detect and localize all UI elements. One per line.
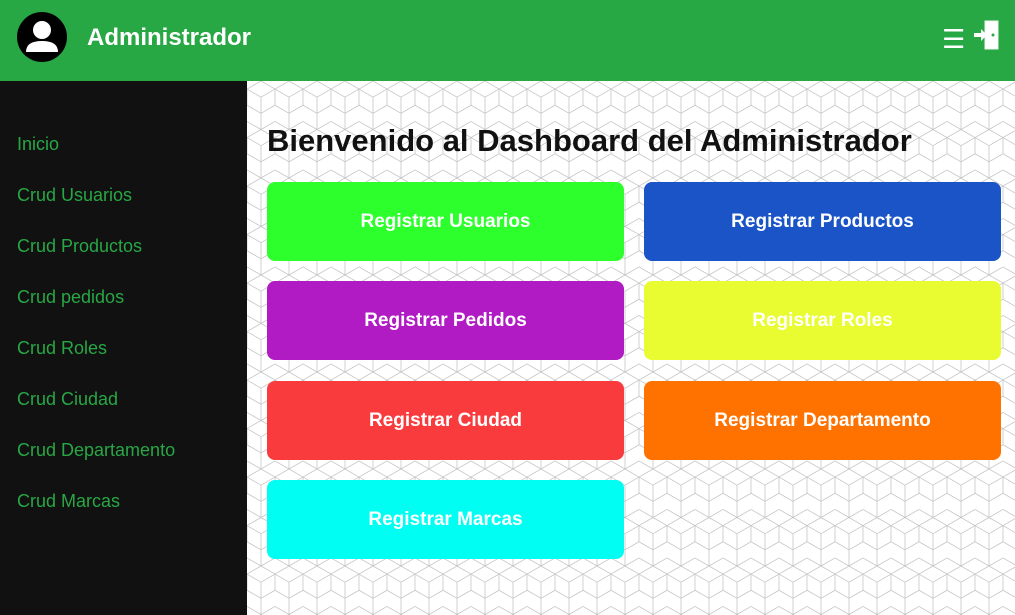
registrar-roles-button[interactable]: Registrar Roles	[644, 281, 1001, 360]
sidebar-item-crud-roles[interactable]: Crud Roles	[17, 337, 175, 388]
registrar-ciudad-button[interactable]: Registrar Ciudad	[267, 381, 624, 460]
hamburger-menu-icon[interactable]: ☰	[942, 26, 965, 52]
user-avatar-icon	[17, 12, 67, 62]
logout-door-icon[interactable]	[972, 20, 1000, 55]
sidebar-item-crud-pedidos[interactable]: Crud pedidos	[17, 286, 175, 337]
app-title: Administrador	[87, 24, 252, 51]
sidebar-menu: Inicio Crud Usuarios Crud Productos Crud…	[17, 133, 175, 541]
registrar-marcas-button[interactable]: Registrar Marcas	[267, 480, 624, 559]
registrar-usuarios-button[interactable]: Registrar Usuarios	[267, 182, 624, 261]
registrar-departamento-button[interactable]: Registrar Departamento	[644, 381, 1001, 460]
top-header: Administrador ☰	[0, 0, 1015, 81]
sidebar-item-inicio[interactable]: Inicio	[17, 133, 175, 184]
registrar-pedidos-button[interactable]: Registrar Pedidos	[267, 281, 624, 360]
sidebar-item-crud-marcas[interactable]: Crud Marcas	[17, 490, 175, 541]
sidebar-item-crud-usuarios[interactable]: Crud Usuarios	[17, 184, 175, 235]
page-title: Bienvenido al Dashboard del Administrado…	[267, 123, 912, 158]
registrar-productos-button[interactable]: Registrar Productos	[644, 182, 1001, 261]
sidebar-item-crud-productos[interactable]: Crud Productos	[17, 235, 175, 286]
sidebar-item-crud-ciudad[interactable]: Crud Ciudad	[17, 388, 175, 439]
main-content: Bienvenido al Dashboard del Administrado…	[247, 81, 1015, 615]
sidebar-item-crud-departamento[interactable]: Crud Departamento	[17, 439, 175, 490]
sidebar: Inicio Crud Usuarios Crud Productos Crud…	[0, 81, 247, 615]
